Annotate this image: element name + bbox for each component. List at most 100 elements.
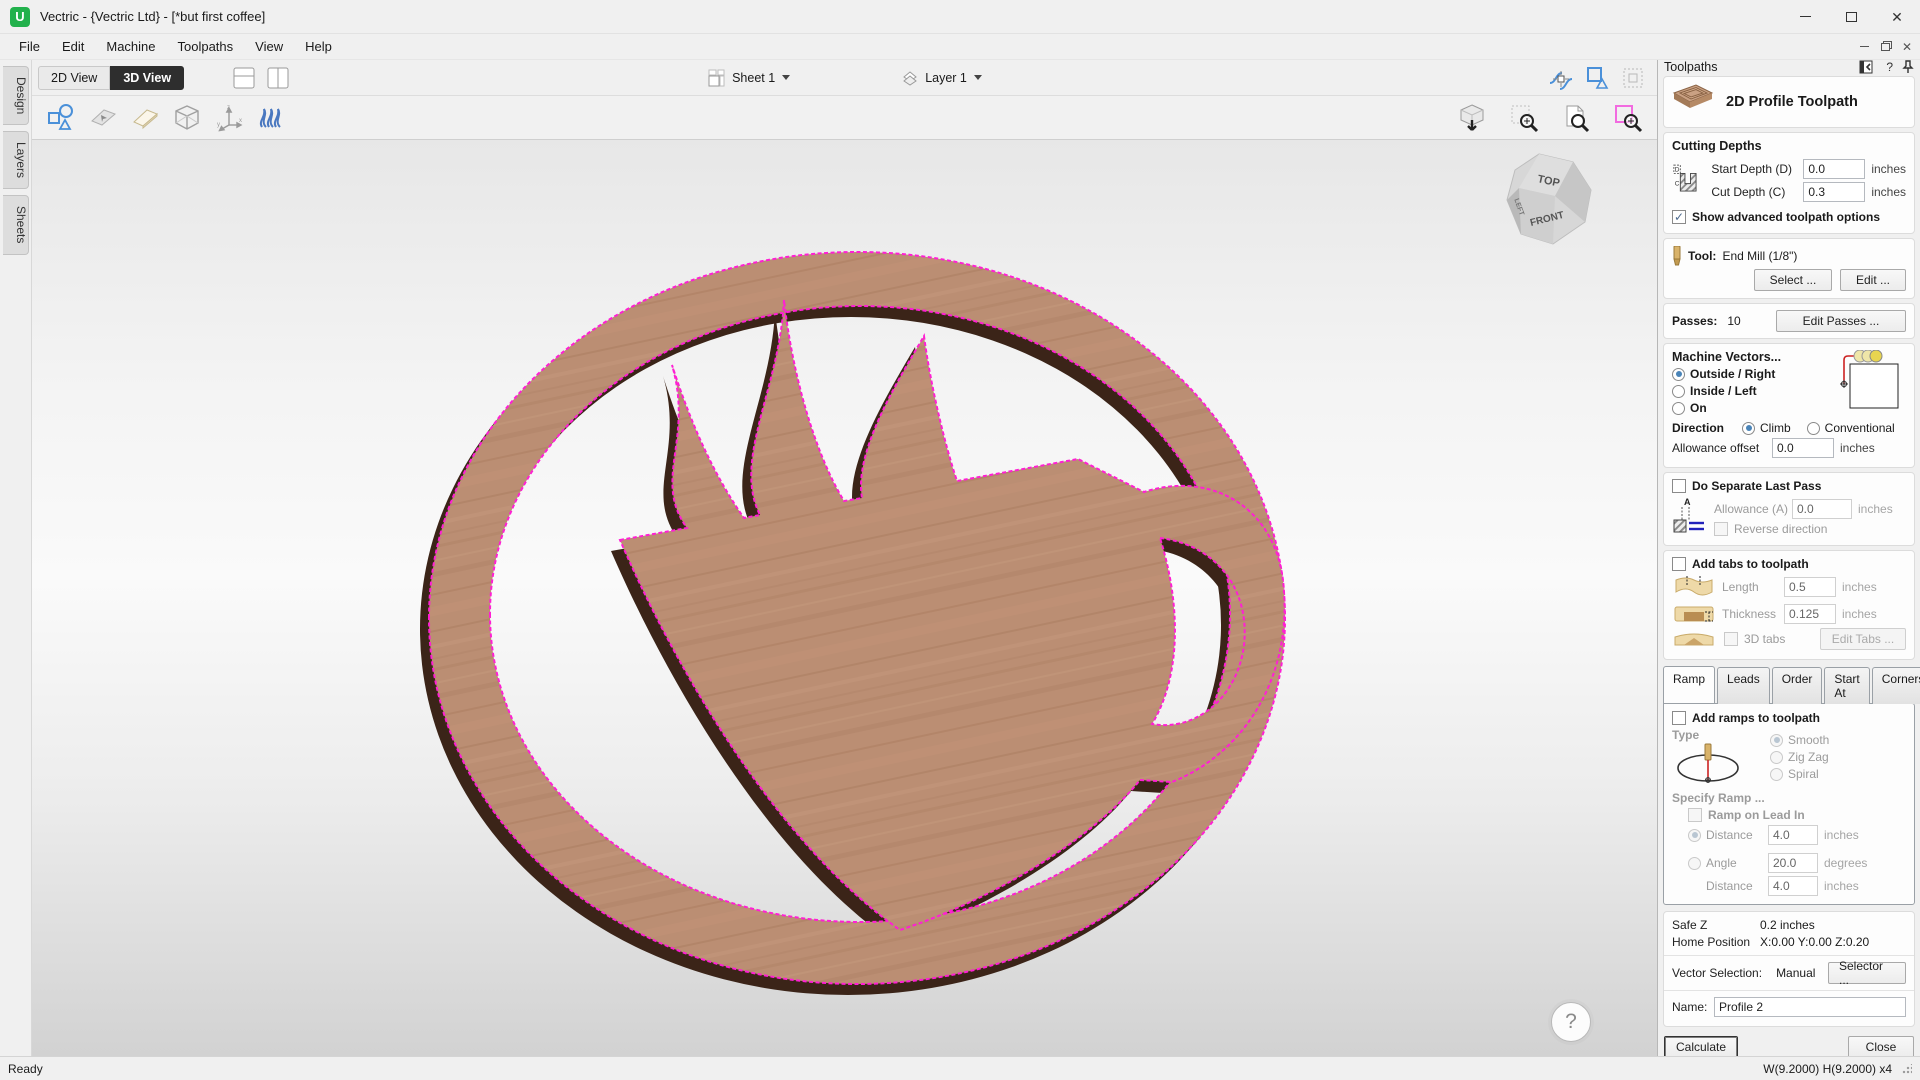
toolpaths-panel: Toolpaths ? 2D Profile Toolpath xyxy=(1657,60,1920,1056)
minimize-icon xyxy=(1800,16,1811,17)
material-block-icon[interactable] xyxy=(124,100,166,136)
resize-grip-icon[interactable] xyxy=(1902,1064,1912,1074)
tab-thickness-icon xyxy=(1672,603,1716,625)
ramp-distance2-input[interactable] xyxy=(1768,876,1818,896)
calculate-button[interactable]: Calculate xyxy=(1664,1036,1738,1056)
cut-depth-label: Cut Depth (C) xyxy=(1711,185,1803,199)
radio-zigzag[interactable] xyxy=(1770,751,1783,764)
split-vertical-icon[interactable] xyxy=(264,64,292,92)
radio-outside-right[interactable] xyxy=(1672,368,1685,381)
mdi-minimize-icon[interactable] xyxy=(1860,46,1869,47)
toolpath-waves-icon[interactable] xyxy=(250,100,292,136)
pin-icon[interactable] xyxy=(1902,60,1914,74)
tool-label: Tool: xyxy=(1688,249,1716,263)
menu-file[interactable]: File xyxy=(8,35,51,58)
toolpath-name-input[interactable] xyxy=(1714,997,1906,1017)
menu-help[interactable]: Help xyxy=(294,35,343,58)
add-ramps-checkbox[interactable] xyxy=(1672,711,1686,725)
menu-bar: File Edit Machine Toolpaths View Help ✕ xyxy=(0,34,1920,60)
tab-ramp[interactable]: Ramp xyxy=(1663,666,1715,703)
tabs-3d-checkbox[interactable] xyxy=(1724,632,1738,646)
svg-text:C: C xyxy=(1675,180,1680,187)
ramp-angle-input[interactable] xyxy=(1768,853,1818,873)
minimize-button[interactable] xyxy=(1782,0,1828,33)
panel-header: Toolpaths ? xyxy=(1658,60,1920,74)
add-tabs-checkbox[interactable] xyxy=(1672,557,1686,571)
tab-thickness-input[interactable] xyxy=(1784,604,1836,624)
passes-label: Passes: xyxy=(1672,314,1717,328)
tab-leads[interactable]: Leads xyxy=(1717,667,1770,704)
split-horizontal-icon[interactable] xyxy=(230,64,258,92)
radio-on[interactable] xyxy=(1672,402,1685,415)
edit-passes-button[interactable]: Edit Passes ... xyxy=(1776,310,1906,332)
start-depth-label: Start Depth (D) xyxy=(1711,162,1803,176)
ramp-distance-input[interactable] xyxy=(1768,825,1818,845)
3d-view-canvas[interactable]: TOP FRONT LEFT ? xyxy=(32,140,1657,1056)
close-button[interactable]: ✕ xyxy=(1874,0,1920,33)
svg-text:y: y xyxy=(217,122,220,128)
sidebar-tab-design[interactable]: Design xyxy=(3,66,29,125)
snap-geometry-icon[interactable] xyxy=(1547,64,1575,92)
allowance-offset-input[interactable] xyxy=(1772,438,1834,458)
tab-3d-view[interactable]: 3D View xyxy=(110,66,184,90)
radio-climb[interactable] xyxy=(1742,422,1755,435)
radio-ramp-distance[interactable] xyxy=(1688,829,1701,842)
tab-corners[interactable]: Corners xyxy=(1872,667,1920,704)
tab-length-input[interactable] xyxy=(1784,577,1836,597)
cut-depth-input[interactable] xyxy=(1803,182,1865,202)
maximize-icon xyxy=(1846,12,1857,22)
zoom-box-icon[interactable] xyxy=(1503,100,1545,136)
layer-selector[interactable]: Layer 1 xyxy=(900,68,982,88)
zoom-selection-icon[interactable] xyxy=(1607,100,1649,136)
iso-view-icon[interactable] xyxy=(1451,100,1493,136)
radio-conventional[interactable] xyxy=(1807,422,1820,435)
start-depth-input[interactable] xyxy=(1803,159,1865,179)
edit-tabs-button[interactable]: Edit Tabs ... xyxy=(1820,628,1906,650)
selector-button[interactable]: Selector ... xyxy=(1828,962,1906,984)
xyz-axes-icon[interactable]: zxy xyxy=(208,100,250,136)
snap-grid-icon[interactable] xyxy=(1619,64,1647,92)
tool-edit-button[interactable]: Edit ... xyxy=(1840,269,1906,291)
sidebar-tab-sheets[interactable]: Sheets xyxy=(3,195,29,254)
reverse-direction-checkbox[interactable] xyxy=(1714,522,1728,536)
coaster-model[interactable] xyxy=(32,140,1657,1056)
safe-z-label: Safe Z xyxy=(1672,918,1760,932)
wireframe-cube-icon[interactable] xyxy=(166,100,208,136)
mdi-restore-icon[interactable] xyxy=(1881,43,1890,51)
ramp-type-icon xyxy=(1672,742,1744,786)
ramp-lead-in-checkbox[interactable] xyxy=(1688,808,1702,822)
menu-machine[interactable]: Machine xyxy=(95,35,166,58)
mdi-close-icon[interactable]: ✕ xyxy=(1902,41,1912,53)
cutting-depths-icon: D C xyxy=(1672,156,1705,202)
toolpath-header-card: 2D Profile Toolpath xyxy=(1663,76,1915,128)
close-panel-button[interactable]: Close xyxy=(1848,1036,1914,1056)
maximize-button[interactable] xyxy=(1828,0,1874,33)
menu-edit[interactable]: Edit xyxy=(51,35,95,58)
last-pass-allowance-input[interactable] xyxy=(1792,499,1852,519)
menu-view[interactable]: View xyxy=(244,35,294,58)
help-button[interactable]: ? xyxy=(1551,1002,1591,1042)
menu-toolpaths[interactable]: Toolpaths xyxy=(167,35,245,58)
snap-shapes-icon[interactable] xyxy=(1583,64,1611,92)
radio-smooth[interactable] xyxy=(1770,734,1783,747)
collapse-panel-icon[interactable] xyxy=(1859,60,1877,74)
shapes-2d-icon[interactable] xyxy=(40,100,82,136)
radio-spiral[interactable] xyxy=(1770,768,1783,781)
cutting-depths-title: Cutting Depths xyxy=(1672,139,1906,153)
radio-ramp-angle[interactable] xyxy=(1688,857,1701,870)
tab-2d-view[interactable]: 2D View xyxy=(38,66,110,90)
sidebar-tab-layers[interactable]: Layers xyxy=(3,131,29,189)
radio-inside-left[interactable] xyxy=(1672,385,1685,398)
tab-order[interactable]: Order xyxy=(1772,667,1823,704)
zoom-page-icon[interactable] xyxy=(1555,100,1597,136)
tab-start-at[interactable]: Start At xyxy=(1824,667,1869,704)
advanced-options-checkbox[interactable]: ✓ xyxy=(1672,210,1686,224)
tool-select-button[interactable]: Select ... xyxy=(1754,269,1832,291)
view-orientation-cube[interactable]: TOP FRONT LEFT xyxy=(1501,150,1601,250)
material-preview-icon[interactable] xyxy=(82,100,124,136)
panel-help-icon[interactable]: ? xyxy=(1886,60,1893,74)
svg-text:D: D xyxy=(1675,167,1680,174)
sheet-selector[interactable]: Sheet 1 xyxy=(707,68,790,88)
vector-selection-label: Vector Selection: xyxy=(1672,966,1762,980)
last-pass-checkbox[interactable] xyxy=(1672,479,1686,493)
